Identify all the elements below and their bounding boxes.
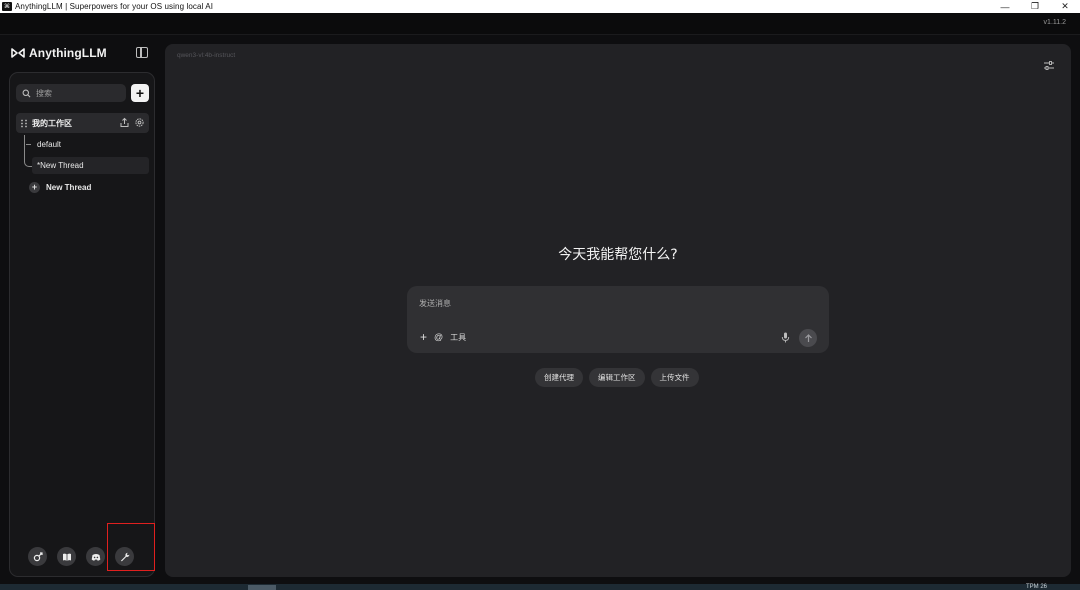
thread-tree-line <box>24 135 32 167</box>
greeting-heading: 今天我能帮您什么? <box>558 247 678 263</box>
sidebar-toggle-icon[interactable] <box>136 47 148 58</box>
app-version: v1.11.2 <box>1043 19 1066 26</box>
brand-logo: AnythingLLM <box>11 46 107 60</box>
os-taskbar: TPM 26 <box>0 584 1080 590</box>
close-button[interactable]: ✕ <box>1050 0 1080 13</box>
drag-handle-icon[interactable] <box>20 119 28 128</box>
workspace-actions <box>119 117 145 128</box>
agent-button[interactable] <box>28 547 47 566</box>
window-titlebar: ⌘ AnythingLLM | Superpowers for your OS … <box>0 0 1080 13</box>
mention-at-icon[interactable]: @ <box>434 332 443 342</box>
plus-icon: + <box>29 181 40 193</box>
app-icon: ⌘ <box>2 2 12 11</box>
sidebar-footer <box>28 547 134 566</box>
workspace-name: 我的工作区 <box>32 118 72 128</box>
brand-name: AnythingLLM <box>29 46 107 60</box>
brand-row: AnythingLLM <box>11 45 151 61</box>
search-input[interactable] <box>36 88 116 98</box>
quick-actions: 创建代理 编辑工作区 上传文件 <box>535 368 699 387</box>
restore-button[interactable]: ❐ <box>1020 0 1050 13</box>
agent-icon <box>33 551 43 561</box>
taskbar-app-segment[interactable] <box>248 585 276 590</box>
thread-tree-tick <box>26 144 31 145</box>
tools-button[interactable]: 工具 <box>450 332 466 343</box>
composer-tools: + @ 工具 <box>420 331 466 343</box>
model-label: qwen3-vl:4b-instruct <box>177 52 236 59</box>
discord-button[interactable] <box>86 547 105 566</box>
taskbar-clock: TPM 26 <box>1025 584 1047 590</box>
app-top-strip: v1.11.2 <box>0 13 1080 35</box>
window-controls: — ❐ ✕ <box>990 0 1080 13</box>
workspace-item[interactable]: 我的工作区 <box>16 113 149 133</box>
settings-wrench-button[interactable] <box>115 547 134 566</box>
gear-icon[interactable] <box>134 117 145 128</box>
message-composer: 发送消息 + @ 工具 <box>407 286 829 353</box>
new-thread-label: New Thread <box>46 182 92 192</box>
docs-button[interactable] <box>57 547 76 566</box>
upload-file-chip[interactable]: 上传文件 <box>650 368 699 387</box>
anythingllm-logo-icon <box>11 48 25 58</box>
thread-item-default[interactable]: default <box>32 136 149 153</box>
book-icon <box>62 553 71 561</box>
message-input[interactable]: 发送消息 <box>419 298 451 309</box>
microphone-icon[interactable] <box>781 332 790 343</box>
edit-workspace-chip[interactable]: 编辑工作区 <box>589 368 645 387</box>
create-agent-chip[interactable]: 创建代理 <box>535 368 583 387</box>
new-workspace-button[interactable]: + <box>131 84 149 102</box>
search-icon <box>22 89 31 97</box>
minimize-button[interactable]: — <box>990 0 1020 13</box>
discord-icon <box>91 553 100 561</box>
search-box <box>16 84 126 102</box>
chat-panel: qwen3-vl:4b-instruct 今天我能帮您什么? 发送消息 + @ … <box>165 44 1071 577</box>
new-thread-button[interactable]: + New Thread <box>29 180 91 194</box>
sidebar: + 我的工作区 default *New Thread + New Thread <box>9 72 155 577</box>
send-button[interactable] <box>799 329 817 347</box>
thread-item-new-thread[interactable]: *New Thread <box>32 157 149 174</box>
sliders-icon[interactable] <box>1044 61 1054 70</box>
arrow-up-icon <box>804 333 812 342</box>
attach-plus-icon[interactable]: + <box>420 331 427 343</box>
wrench-icon <box>120 552 129 561</box>
upload-icon[interactable] <box>119 117 130 128</box>
window-title: AnythingLLM | Superpowers for your OS us… <box>15 2 214 11</box>
